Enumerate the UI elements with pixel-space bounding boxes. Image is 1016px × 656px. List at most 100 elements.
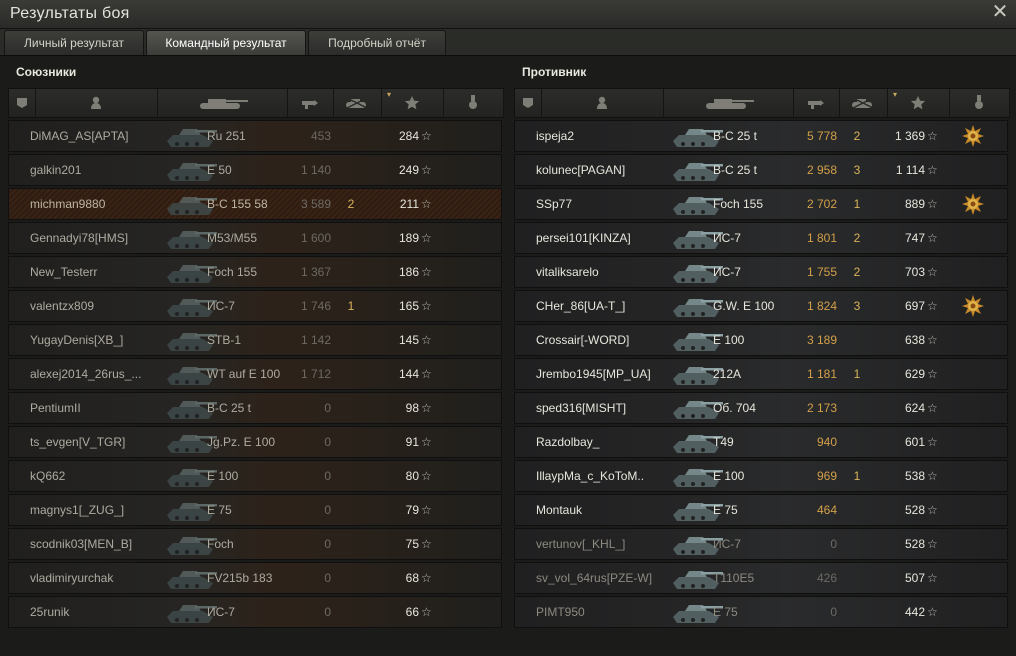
ally-row[interactable]: 25runik ИС-7 0 66 ☆	[8, 596, 502, 628]
kills-icon	[346, 97, 368, 109]
ally-row[interactable]: magnys1[_ZUG_] E 75 0 79 ☆	[8, 494, 502, 526]
ally-row[interactable]: michman9880 B-C 155 58 3 589 2 211 ☆	[8, 188, 502, 220]
column-player[interactable]	[541, 89, 664, 117]
column-player[interactable]	[35, 89, 158, 117]
enemy-row[interactable]: PIMT950 E 75 0 442 ☆	[514, 596, 1008, 628]
ally-row[interactable]: Gennadyi78[HMS] M53/M55 1 600 189 ☆	[8, 222, 502, 254]
player-name: vladimiryurchak	[30, 571, 114, 585]
xp-star-icon: ☆	[421, 299, 432, 313]
damage-value: 1 140	[300, 163, 331, 177]
enemy-row[interactable]: persei101[KINZA] ИС-7 1 801 2 747 ☆	[514, 222, 1008, 254]
tab-personal-result[interactable]: Личный результат	[4, 30, 144, 55]
tab-detailed-report[interactable]: Подробный отчёт	[308, 30, 446, 55]
medal-icon[interactable]	[962, 193, 984, 215]
column-damage[interactable]	[287, 89, 334, 117]
tab-team-result[interactable]: Командный результат	[146, 30, 306, 55]
player-name: SSp77	[536, 197, 573, 211]
enemy-row[interactable]: sped316[MISHT] Об. 704 2 173 624 ☆	[514, 392, 1008, 424]
xp-star-icon: ☆	[421, 231, 432, 245]
column-platoon[interactable]	[9, 89, 36, 117]
column-tank[interactable]	[663, 89, 794, 117]
damage-icon	[808, 100, 824, 109]
medal-icon[interactable]	[962, 295, 984, 317]
column-medal[interactable]	[949, 89, 1010, 117]
enemy-row[interactable]: Crossair[-WORD] E 100 3 189 638 ☆	[514, 324, 1008, 356]
enemy-row[interactable]: SSp77 Foch 155 2 702 1 889 ☆	[514, 188, 1008, 220]
player-name: DiMAG_AS[APTA]	[30, 129, 129, 143]
enemy-row[interactable]: sv_vol_64rus[PZE-W] T110E5 426 507 ☆	[514, 562, 1008, 594]
enemy-row[interactable]: ispeja2 B-C 25 t 5 778 2 1 369 ☆	[514, 120, 1008, 152]
player-name: magnys1[_ZUG_]	[30, 503, 125, 517]
column-platoon[interactable]	[515, 89, 542, 117]
damage-value: 1 824	[806, 299, 837, 313]
close-icon[interactable]: ✕	[990, 2, 1010, 22]
kills-value: 2	[347, 197, 355, 211]
tank-name: 212A	[713, 367, 742, 381]
tank-icon	[200, 99, 248, 109]
kills-value: 1	[853, 469, 861, 483]
enemy-row[interactable]: CHer_86[UA-T_] G.W. E 100 1 824 3 697 ☆	[514, 290, 1008, 322]
column-kills[interactable]	[333, 89, 382, 117]
ally-row[interactable]: PentiumII B-C 25 t 0 98 ☆	[8, 392, 502, 424]
allies-column-header: ▾	[8, 88, 504, 118]
player-name: ts_evgen[V_TGR]	[30, 435, 126, 449]
column-kills[interactable]	[839, 89, 888, 117]
ally-row[interactable]: YugayDenis[XB_] STB-1 1 142 145 ☆	[8, 324, 502, 356]
enemy-row[interactable]: vitaliksarelo ИС-7 1 755 2 703 ☆	[514, 256, 1008, 288]
column-medal[interactable]	[443, 89, 504, 117]
xp-value: 189	[398, 231, 419, 245]
title-bar: Результаты боя ✕	[0, 0, 1016, 29]
enemy-row[interactable]: Razdolbay_ T49 940 601 ☆	[514, 426, 1008, 458]
battle-results-window: Результаты боя ✕ Личный результат Команд…	[0, 0, 1016, 656]
ally-row[interactable]: valentzx809 ИС-7 1 746 1 165 ☆	[8, 290, 502, 322]
xp-star-icon: ☆	[927, 367, 938, 381]
column-damage[interactable]	[793, 89, 840, 117]
enemy-row[interactable]: IllaypMa_c_KoToM.. E 100 969 1 538 ☆	[514, 460, 1008, 492]
damage-value: 1 367	[300, 265, 331, 279]
tank-name: E 75	[207, 503, 232, 517]
damage-value: 2 702	[806, 197, 837, 211]
enemies-title: Противник	[522, 65, 587, 79]
damage-value: 464	[816, 503, 837, 517]
player-name: New_Testerr	[30, 265, 98, 279]
enemy-row[interactable]: kolunec[PAGAN] B-C 25 t 2 958 3 1 114 ☆	[514, 154, 1008, 186]
tank-name: FV215b 183	[207, 571, 273, 585]
column-tank[interactable]	[157, 89, 288, 117]
ally-row[interactable]: kQ662 E 100 0 80 ☆	[8, 460, 502, 492]
xp-star-icon: ☆	[927, 537, 938, 551]
xp-value: 442	[904, 605, 925, 619]
medal-icon[interactable]	[962, 125, 984, 147]
tank-name: B-C 25 t	[713, 129, 758, 143]
ally-row[interactable]: New_Testerr Foch 155 1 367 186 ☆	[8, 256, 502, 288]
damage-value: 1 746	[300, 299, 331, 313]
ally-row[interactable]: alexej2014_26rus_... WT auf E 100 1 712 144…	[8, 358, 502, 390]
ally-row[interactable]: vladimiryurchak FV215b 183 0 68 ☆	[8, 562, 502, 594]
tank-name: Foch	[207, 537, 234, 551]
xp-star-icon: ☆	[421, 197, 432, 211]
xp-value: 211	[399, 197, 419, 211]
xp-value: 703	[904, 265, 925, 279]
kills-value: 1	[853, 367, 861, 381]
xp-star-icon	[404, 96, 420, 110]
ally-row[interactable]: DiMAG_AS[APTA] Ru 251 453 284 ☆	[8, 120, 502, 152]
xp-value: 507	[904, 571, 925, 585]
xp-value: 284	[398, 129, 419, 143]
enemy-row[interactable]: Jrembo1945[MP_UA] 212A 1 181 1 629 ☆	[514, 358, 1008, 390]
damage-value: 0	[830, 605, 837, 619]
player-name: scodnik03[MEN_B]	[30, 537, 133, 551]
damage-value: 969	[816, 469, 837, 483]
enemy-row[interactable]: Montauk E 75 464 528 ☆	[514, 494, 1008, 526]
xp-star-icon: ☆	[927, 503, 938, 517]
ally-row[interactable]: ts_evgen[V_TGR] Jg.Pz. E 100 0 91 ☆	[8, 426, 502, 458]
ally-row[interactable]: scodnik03[MEN_B] Foch 0 75 ☆	[8, 528, 502, 560]
column-xp-star[interactable]: ▾	[887, 89, 950, 117]
enemy-row[interactable]: vertunov[_KHL_] ИС-7 0 528 ☆	[514, 528, 1008, 560]
tank-name: ИС-7	[713, 265, 741, 279]
tank-name: Об. 704	[713, 401, 756, 415]
damage-value: 1 712	[300, 367, 331, 381]
damage-value: 0	[324, 605, 331, 619]
ally-row[interactable]: galkin201 E 50 1 140 249 ☆	[8, 154, 502, 186]
column-xp-star[interactable]: ▾	[381, 89, 444, 117]
xp-star-icon: ☆	[927, 435, 938, 449]
xp-value: 538	[904, 469, 925, 483]
